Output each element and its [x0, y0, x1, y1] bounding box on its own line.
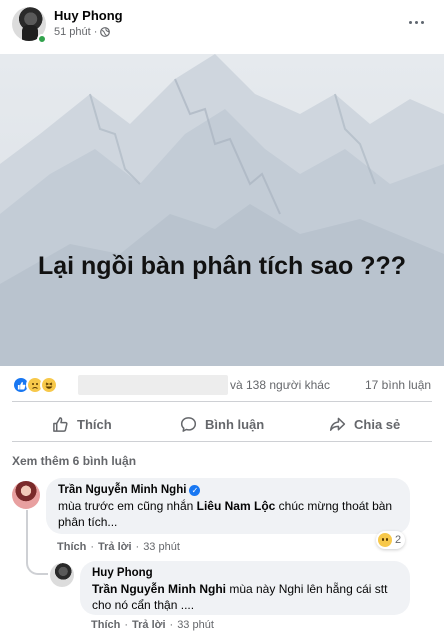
reply-reply-link[interactable]: Trả lời: [132, 619, 166, 631]
comment-bubble: Trần Nguyễn Minh Nghi ✓ mùa trước em cũn…: [46, 478, 410, 534]
reply-actions: Thích · Trả lời · 33 phút: [91, 619, 214, 631]
post-actions: Thích Bình luận Chia sẻ: [0, 407, 444, 441]
post-author-name[interactable]: Huy Phong: [54, 8, 123, 23]
sad-reaction-icon: [378, 533, 392, 547]
reply-author-avatar[interactable]: [50, 563, 74, 587]
post-image-caption: Lại ngồi bàn phân tích sao ???: [37, 252, 407, 280]
reactors-others-text[interactable]: và 138 người khác: [230, 378, 330, 392]
separator: ·: [124, 619, 129, 631]
divider-bottom: [12, 441, 432, 442]
meta-separator: ·: [93, 26, 98, 38]
comment-label: Bình luận: [205, 416, 265, 432]
comment-time[interactable]: 33 phút: [143, 541, 180, 553]
reply-time[interactable]: 33 phút: [177, 619, 214, 631]
reactions-summary: và 138 người khác 17 bình luận: [0, 370, 444, 400]
like-label: Thích: [77, 416, 112, 432]
comment-reply-link[interactable]: Trả lời: [98, 541, 132, 553]
blurred-reactor-names: [78, 375, 228, 395]
mountain-background: [0, 54, 444, 366]
separator: ·: [90, 541, 95, 553]
verified-icon: ✓: [189, 484, 201, 496]
share-icon: [329, 417, 346, 431]
comment-button[interactable]: Bình luận: [180, 407, 264, 441]
globe-icon: [100, 27, 111, 37]
more-options-icon[interactable]: [404, 12, 428, 32]
separator: ·: [169, 619, 174, 631]
comment-author-name[interactable]: Trần Nguyễn Minh Nghi: [58, 484, 186, 496]
reaction-icons[interactable]: [12, 376, 66, 394]
post-image[interactable]: Lại ngồi bàn phân tích sao ???: [0, 54, 444, 366]
comment-like-link[interactable]: Thích: [57, 541, 86, 553]
comments-count[interactable]: 17 bình luận: [365, 378, 431, 392]
like-button[interactable]: Thích: [52, 407, 112, 441]
comment-text-part: mùa trước em cũng nhắn: [58, 499, 197, 513]
share-button[interactable]: Chia sẻ: [329, 407, 400, 441]
mention-link[interactable]: Liêu Nam Lộc: [197, 499, 276, 513]
online-status-dot: [37, 34, 47, 44]
comment-actions: Thích · Trả lời · 33 phút: [57, 541, 180, 553]
reply-author-name[interactable]: Huy Phong: [92, 567, 398, 579]
reply-thread-line: [26, 510, 48, 575]
post-header: Huy Phong 51 phút ·: [0, 0, 444, 52]
separator: ·: [135, 541, 140, 553]
commenter-avatar[interactable]: [12, 481, 40, 509]
see-more-comments[interactable]: Xem thêm 6 bình luận: [12, 454, 136, 468]
comment-reaction-badge[interactable]: 2: [376, 531, 406, 549]
share-label: Chia sẻ: [354, 416, 401, 432]
reply-like-link[interactable]: Thích: [91, 619, 120, 631]
thumbs-up-icon: [53, 416, 68, 432]
mention-link[interactable]: Trần Nguyễn Minh Nghi: [92, 582, 226, 596]
comment-reaction-count: 2: [395, 534, 402, 546]
comment-text: mùa trước em cũng nhắn Liêu Nam Lộc chúc…: [58, 498, 398, 530]
comment-author[interactable]: Trần Nguyễn Minh Nghi ✓: [58, 484, 398, 496]
post-time[interactable]: 51 phút: [54, 26, 91, 38]
haha-reaction-icon: [40, 376, 58, 394]
reply-text: Trần Nguyễn Minh Nghi mùa này Nghi lên h…: [92, 581, 398, 613]
reply-bubble: Huy Phong Trần Nguyễn Minh Nghi mùa này …: [80, 561, 410, 615]
comment-icon: [180, 416, 197, 432]
divider-top: [12, 401, 432, 402]
post-meta: 51 phút ·: [54, 26, 111, 38]
